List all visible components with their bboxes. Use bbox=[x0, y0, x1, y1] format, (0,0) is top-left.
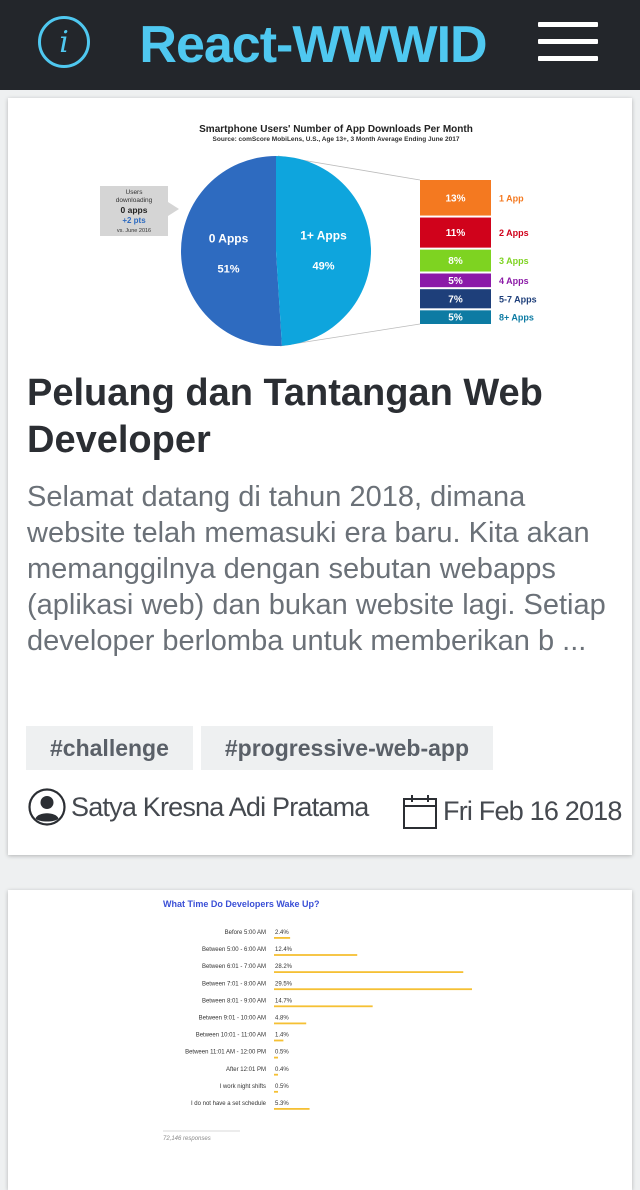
bar-category-label: I work night shifts bbox=[220, 1084, 266, 1090]
post-thumbnail[interactable]: Smartphone Users' Number of App Download… bbox=[8, 98, 632, 353]
callout-line: 0 apps bbox=[121, 205, 148, 215]
breakdown-value-label: 5% bbox=[448, 276, 463, 287]
post-card[interactable]: Smartphone Users' Number of App Download… bbox=[8, 98, 632, 855]
tag-list: #challenge #progressive-web-app bbox=[26, 726, 494, 770]
bar bbox=[274, 1039, 284, 1042]
bar-value-label: 0.5% bbox=[275, 1084, 289, 1090]
breakdown-value-label: 8% bbox=[448, 256, 463, 267]
bar bbox=[274, 1108, 310, 1110]
bar-value-label: 4.8% bbox=[275, 1016, 289, 1022]
chart-source: Source: comScore MobiLens, U.S., Age 13+… bbox=[213, 136, 460, 143]
breakdown-label: 3 Apps bbox=[499, 256, 529, 266]
user-avatar-icon bbox=[28, 788, 66, 826]
breakdown-label: 5-7 Apps bbox=[499, 294, 537, 304]
bar-category-label: Between 9:01 - 10:00 AM bbox=[199, 1016, 266, 1022]
bar-category-label: Between 10:01 - 11:00 AM bbox=[196, 1033, 266, 1039]
bar bbox=[274, 1073, 278, 1076]
post-card[interactable]: What Time Do Developers Wake Up? Before … bbox=[8, 890, 632, 1190]
pie-chart: 0 Apps 51% 1+ Apps 49% bbox=[181, 156, 372, 346]
hamburger-menu-icon[interactable] bbox=[538, 22, 598, 62]
breakdown-bars: 13% 1 App 11% 2 Apps 8% 3 Apps 5% 4 Apps 7% 5-7 A… bbox=[420, 180, 537, 324]
breakdown-value-label: 7% bbox=[448, 294, 463, 305]
callout-line: vs. June 2016 bbox=[117, 228, 151, 234]
post-excerpt: Selamat datang di tahun 2018, dimana web… bbox=[27, 481, 606, 657]
bar-category-label: Between 8:01 - 9:00 AM bbox=[202, 998, 266, 1004]
bar-value-label: 14.7% bbox=[275, 998, 293, 1004]
bar-value-label: 12.4% bbox=[275, 947, 293, 953]
bar-value-label: 5.3% bbox=[275, 1101, 289, 1107]
bar-category-label: After 12:01 PM bbox=[226, 1067, 266, 1073]
callout-line: downloading bbox=[116, 197, 153, 204]
bar bbox=[274, 937, 291, 939]
bar bbox=[274, 1005, 373, 1008]
bar-category-label: Before 5:00 AM bbox=[225, 930, 266, 936]
bar-value-label: 1.4% bbox=[275, 1033, 289, 1039]
post-thumbnail[interactable]: What Time Do Developers Wake Up? Before … bbox=[8, 890, 632, 1145]
slice-label: 0 Apps bbox=[209, 231, 249, 245]
tag-progressive-web-app[interactable]: #progressive-web-app bbox=[200, 726, 494, 770]
slice-value-label: 49% bbox=[312, 261, 334, 273]
chart-title: Smartphone Users' Number of App Download… bbox=[199, 124, 473, 135]
breakdown-value-label: 13% bbox=[445, 193, 465, 204]
slice-label: 1+ Apps bbox=[300, 229, 347, 243]
app-header: i React-WWWID bbox=[0, 0, 640, 90]
bar-category-label: Between 7:01 - 8:00 AM bbox=[202, 981, 266, 987]
breakdown-value-label: 11% bbox=[446, 228, 466, 239]
bar-category-label: Between 6:01 - 7:00 AM bbox=[202, 964, 266, 970]
post-author[interactable]: Satya Kresna Adi Pratama bbox=[71, 792, 369, 823]
calendar-icon bbox=[403, 795, 437, 829]
bar-category-label: Between 5:00 - 6:00 AM bbox=[202, 947, 266, 953]
pie-slice bbox=[181, 156, 282, 346]
bar-category-label: I do not have a set schedule bbox=[191, 1101, 267, 1107]
post-title[interactable]: Peluang dan Tantangan Web Developer bbox=[27, 370, 617, 464]
breakdown-label: 2 Apps bbox=[499, 228, 529, 238]
breakdown-label: 4 Apps bbox=[499, 276, 529, 286]
pie-slice bbox=[276, 156, 372, 346]
breakdown-value-label: 5% bbox=[448, 313, 463, 324]
callout-line: +2 pts bbox=[122, 216, 146, 225]
bar-chart: Before 5:00 AM 2.4% Between 5:00 - 6:00 AM… bbox=[185, 930, 472, 1110]
bar-category-label: Between 11:01 AM - 12:00 PM bbox=[185, 1050, 266, 1056]
post-meta: Satya Kresna Adi Pratama Fri Feb 16 2018 bbox=[28, 788, 622, 830]
chart-note: 72,146 responses bbox=[163, 1136, 211, 1142]
bar bbox=[274, 954, 358, 956]
slice-value-label: 51% bbox=[218, 263, 240, 275]
bar bbox=[274, 1056, 278, 1059]
bar-value-label: 0.4% bbox=[275, 1067, 289, 1073]
post-date: Fri Feb 16 2018 bbox=[443, 796, 622, 826]
bar bbox=[274, 1022, 307, 1025]
bar-value-label: 0.5% bbox=[275, 1050, 289, 1056]
bar-value-label: 28.2% bbox=[275, 964, 293, 970]
bar bbox=[274, 1090, 278, 1093]
callout-box: Users downloading 0 apps +2 pts vs. June… bbox=[100, 186, 179, 236]
bar bbox=[274, 971, 464, 973]
bar bbox=[274, 988, 472, 991]
callout-line: Users bbox=[126, 189, 144, 196]
chart-title: What Time Do Developers Wake Up? bbox=[163, 899, 320, 909]
bar-value-label: 2.4% bbox=[275, 930, 289, 936]
bar-value-label: 29.5% bbox=[275, 981, 293, 987]
breakdown-label: 1 App bbox=[499, 193, 524, 203]
brand-title[interactable]: React-WWWID bbox=[128, 12, 498, 78]
info-icon[interactable]: i bbox=[38, 16, 90, 68]
tag-challenge[interactable]: #challenge bbox=[26, 726, 193, 770]
breakdown-label: 8+ Apps bbox=[499, 313, 534, 323]
